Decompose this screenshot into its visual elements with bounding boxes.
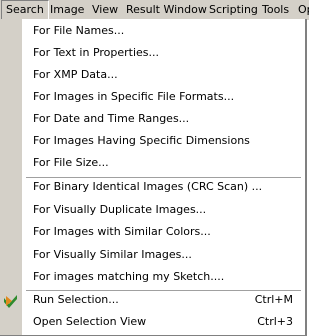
search-dropdown-menu: For File Names... For Text in Properties…	[0, 19, 307, 336]
menu-item-label: For Visually Duplicate Images...	[33, 203, 207, 216]
menu-item-xmp-data[interactable]: For XMP Data...	[22, 64, 305, 86]
menu-tools[interactable]: Tools	[258, 0, 293, 20]
menu-item-date-time-ranges[interactable]: For Date and Time Ranges...	[22, 108, 305, 130]
menu-item-visually-similar[interactable]: For Visually Similar Images...	[22, 244, 305, 266]
menu-item-text-in-properties[interactable]: For Text in Properties...	[22, 42, 305, 64]
menu-item-label: For Binary Identical Images (CRC Scan) .…	[33, 180, 263, 193]
run-selection-icon	[4, 295, 17, 308]
menu-item-label: For images matching my Sketch....	[33, 270, 225, 283]
menu-item-label: For Date and Time Ranges...	[33, 112, 190, 125]
menu-item-label: For Images in Specific File Formats...	[33, 90, 235, 103]
menu-item-label: For Text in Properties...	[33, 46, 160, 59]
menu-item-file-formats[interactable]: For Images in Specific File Formats...	[22, 86, 305, 108]
menu-item-file-names[interactable]: For File Names...	[22, 20, 305, 42]
menubar: Search Image View Result Window Scriptin…	[0, 0, 309, 20]
menu-item-label: For Visually Similar Images...	[33, 248, 192, 261]
menu-item-label: Run Selection...	[33, 293, 119, 306]
menu-item-run-selection[interactable]: Run Selection... Ctrl+M	[22, 289, 305, 311]
shortcut-label: Ctrl+3	[257, 315, 293, 328]
menu-item-label: For Images Having Specific Dimensions	[33, 134, 250, 147]
menu-item-matching-sketch[interactable]: For images matching my Sketch....	[22, 266, 305, 288]
menu-view[interactable]: View	[88, 0, 122, 20]
menu-item-specific-dimensions[interactable]: For Images Having Specific Dimensions	[22, 130, 305, 152]
menu-item-visually-duplicate[interactable]: For Visually Duplicate Images...	[22, 199, 305, 221]
menu-item-open-selection-view[interactable]: Open Selection View Ctrl+3	[22, 311, 305, 333]
menu-search[interactable]: Search	[1, 0, 49, 20]
menu-item-label: For XMP Data...	[33, 68, 118, 81]
menu-options[interactable]: Op	[294, 0, 309, 20]
menu-item-label: For Images with Similar Colors...	[33, 225, 211, 238]
menu-item-label: For File Size...	[33, 156, 109, 169]
shortcut-label: Ctrl+M	[254, 293, 293, 306]
menu-item-label: Open Selection View	[33, 315, 147, 328]
menu-result-window[interactable]: Result Window	[122, 0, 211, 20]
menu-scripting[interactable]: Scripting	[205, 0, 262, 20]
menu-item-file-size[interactable]: For File Size...	[22, 152, 305, 174]
menu-item-binary-identical[interactable]: For Binary Identical Images (CRC Scan) .…	[22, 176, 305, 198]
menu-icon-gutter	[0, 19, 22, 335]
menu-item-label: For File Names...	[33, 24, 125, 37]
menu-item-similar-colors[interactable]: For Images with Similar Colors...	[22, 221, 305, 243]
menu-image[interactable]: Image	[46, 0, 88, 20]
